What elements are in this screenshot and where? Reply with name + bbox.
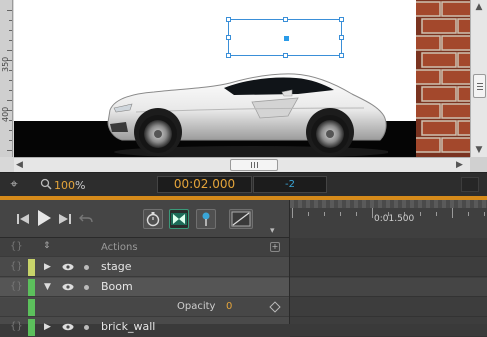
- expand-chevron-down-icon[interactable]: ▾: [270, 226, 282, 236]
- actions-braces-icon[interactable]: {}: [10, 321, 23, 332]
- scroll-corner: [470, 157, 487, 172]
- keyframe-row-boom[interactable]: [290, 278, 487, 297]
- time-offset-display[interactable]: -2: [253, 176, 327, 193]
- timeline-keyframe-area[interactable]: [289, 238, 487, 337]
- vertical-ruler: 350 400 450: [0, 0, 13, 157]
- track-row-boom[interactable]: {} ▼ Boom: [0, 278, 289, 297]
- stopwatch-icon: [146, 212, 160, 227]
- opacity-value[interactable]: 0: [226, 301, 232, 312]
- layer-color-chip: [28, 259, 35, 276]
- track-label-boom: Boom: [101, 280, 133, 293]
- scroll-left-arrow-icon[interactable]: ◀: [16, 159, 28, 171]
- pin-button[interactable]: [196, 209, 216, 229]
- play-icon[interactable]: [36, 209, 52, 227]
- transition-icon: [171, 213, 187, 225]
- transition-button[interactable]: [169, 209, 189, 229]
- keyframe-row-opacity[interactable]: [290, 298, 487, 317]
- collapse-all-icon[interactable]: ⇕: [43, 241, 51, 251]
- property-row-opacity[interactable]: Opacity 0: [0, 298, 289, 317]
- ruler-label-350: 350: [1, 56, 10, 72]
- go-to-start-icon[interactable]: [16, 212, 30, 226]
- layer-color-chip: [28, 279, 35, 296]
- add-keyframe-diamond-icon[interactable]: [269, 301, 281, 313]
- keyframe-row-actions[interactable]: [290, 238, 487, 257]
- stage-area[interactable]: 350 400 450: [0, 0, 487, 172]
- timeline-ruler[interactable]: 0:01.500: [289, 200, 487, 238]
- keyframe-row-stage[interactable]: [290, 258, 487, 277]
- resize-handle-bottom-right[interactable]: [339, 53, 344, 58]
- scroll-down-arrow-icon[interactable]: ▼: [471, 143, 487, 157]
- resize-handle-top[interactable]: [283, 17, 288, 22]
- layer-color-chip: [28, 319, 35, 336]
- resize-handle-left[interactable]: [226, 35, 231, 40]
- stage-status-bar: ⌖ 100 % 00:02.000 -2: [0, 172, 487, 196]
- horizontal-scrollbar[interactable]: ◀ ▶: [14, 157, 470, 172]
- undo-icon[interactable]: [79, 211, 93, 225]
- timeline-tracks-list: {} ⇕ Actions + {} ▶ stage {} ▼ Boom Opac…: [0, 238, 289, 337]
- property-label-opacity: Opacity: [177, 301, 216, 312]
- zoom-unit-label: %: [75, 179, 86, 192]
- lock-dot-icon[interactable]: [84, 285, 89, 290]
- pin-icon: [202, 212, 210, 226]
- lock-dot-icon[interactable]: [84, 265, 89, 270]
- resize-handle-bottom[interactable]: [283, 53, 288, 58]
- timeline-time-label: 0:01.500: [374, 214, 415, 224]
- track-label-stage: stage: [101, 260, 132, 273]
- crosshair-icon[interactable]: ⌖: [6, 177, 22, 193]
- expand-arrow-icon[interactable]: ▶: [44, 262, 51, 272]
- easing-curve-icon: [231, 211, 251, 227]
- resize-handle-top-right[interactable]: [339, 17, 344, 22]
- transform-origin-point[interactable]: [284, 36, 289, 41]
- vertical-scrollbar[interactable]: ▲ ▼: [470, 0, 487, 157]
- horizontal-scroll-thumb[interactable]: [230, 159, 278, 171]
- actions-braces-icon[interactable]: {}: [10, 281, 23, 292]
- vertical-scroll-thumb[interactable]: [473, 74, 486, 98]
- zoom-magnifier-icon[interactable]: [40, 178, 52, 192]
- easing-button[interactable]: [229, 209, 253, 229]
- zoom-level-value[interactable]: 100: [54, 179, 75, 192]
- layer-color-chip: [28, 299, 35, 316]
- keyframe-row-brick-wall[interactable]: [290, 318, 487, 337]
- curly-braces-icon: {}: [10, 241, 23, 252]
- actions-header-label: Actions: [101, 242, 138, 253]
- track-row-stage[interactable]: {} ▶ stage: [0, 258, 289, 277]
- resize-handle-right[interactable]: [339, 35, 344, 40]
- stopwatch-button[interactable]: [143, 209, 163, 229]
- actions-braces-icon[interactable]: {}: [10, 261, 23, 272]
- timeline-toolbar: [0, 200, 289, 238]
- track-row-brick-wall[interactable]: {} ▶ brick_wall: [0, 318, 289, 337]
- scroll-right-arrow-icon[interactable]: ▶: [456, 159, 468, 171]
- actions-header-row: {} ⇕ Actions +: [0, 238, 289, 257]
- resize-handle-bottom-left[interactable]: [226, 53, 231, 58]
- visibility-eye-icon[interactable]: [62, 283, 74, 291]
- scroll-up-arrow-icon[interactable]: ▲: [471, 0, 487, 14]
- go-to-end-icon[interactable]: [58, 212, 72, 226]
- timeline-ruler-stripe: [290, 200, 487, 208]
- visibility-eye-icon[interactable]: [62, 323, 74, 331]
- status-options-button[interactable]: [461, 177, 479, 192]
- resize-handle-top-left[interactable]: [226, 17, 231, 22]
- selection-box[interactable]: [226, 17, 344, 58]
- car-image[interactable]: [102, 68, 388, 157]
- collapse-arrow-icon[interactable]: ▼: [44, 282, 51, 292]
- stage-canvas[interactable]: [14, 0, 416, 157]
- add-property-icon[interactable]: +: [270, 242, 280, 252]
- visibility-eye-icon[interactable]: [62, 263, 74, 271]
- ruler-label-400: 400: [1, 106, 10, 122]
- current-time-display[interactable]: 00:02.000: [157, 176, 252, 193]
- brick-wall-image[interactable]: [416, 0, 470, 157]
- lock-dot-icon[interactable]: [84, 325, 89, 330]
- track-label-brick-wall: brick_wall: [101, 320, 156, 333]
